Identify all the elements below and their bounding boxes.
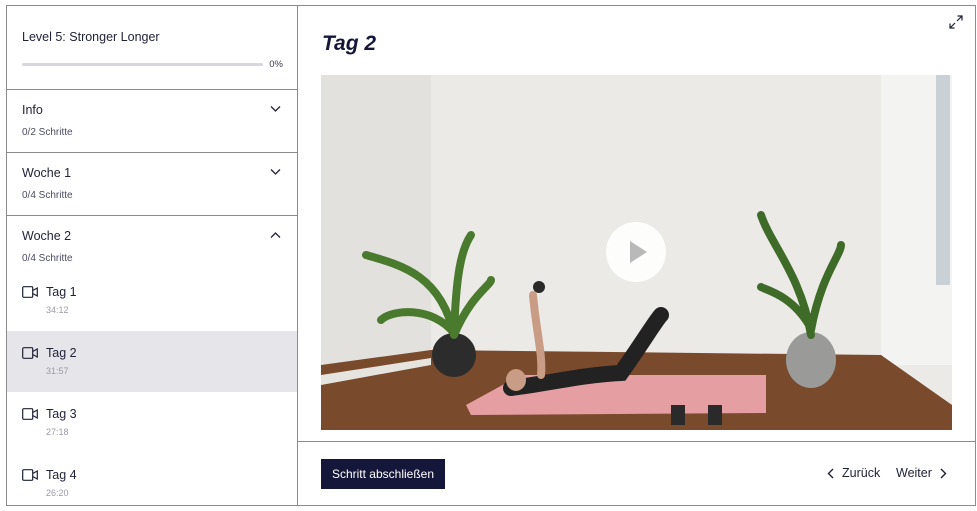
progress-percent: 0% — [269, 59, 283, 70]
lesson-item-tag-1[interactable]: Tag 1 34:12 — [7, 270, 297, 331]
video-camera-icon — [22, 408, 38, 420]
lesson-title: Tag 1 — [46, 285, 77, 299]
complete-step-button[interactable]: Schritt abschließen — [321, 459, 445, 489]
expand-fullscreen-icon[interactable] — [949, 15, 963, 29]
course-header: Level 5: Stronger Longer 0% — [7, 6, 297, 90]
chevron-up-icon — [270, 232, 281, 238]
lesson-item-tag-3[interactable]: Tag 3 27:18 — [7, 392, 297, 453]
section-title: Woche 1 — [22, 166, 72, 180]
lesson-title: Tag 4 — [46, 468, 77, 482]
course-player: Level 5: Stronger Longer 0% Info 0/2 Sch… — [6, 5, 976, 506]
section-info[interactable]: Info 0/2 Schritte — [7, 90, 297, 153]
lesson-main: Tag 2 Schritt abschließen Zurück Weiter — [298, 6, 975, 505]
chevron-down-icon — [270, 169, 281, 175]
section-title: Info — [22, 103, 43, 117]
divider — [298, 441, 975, 442]
course-progress: 0% — [22, 59, 283, 70]
lesson-title: Tag 2 — [46, 346, 77, 360]
section-steps: 0/2 Schritte — [22, 127, 73, 138]
section-woche-2[interactable]: Woche 2 0/4 Schritte — [7, 216, 297, 270]
video-camera-icon — [22, 469, 38, 481]
lesson-title: Tag 3 — [46, 407, 77, 421]
section-steps: 0/4 Schritte — [22, 190, 73, 201]
chevron-down-icon — [270, 106, 281, 112]
play-button-icon[interactable] — [606, 222, 666, 282]
lesson-duration: 26:20 — [46, 488, 69, 498]
section-title: Woche 2 — [22, 229, 72, 243]
previous-button[interactable]: Zurück — [827, 466, 880, 480]
previous-label: Zurück — [842, 466, 881, 480]
section-steps: 0/4 Schritte — [22, 253, 73, 264]
lesson-item-tag-4[interactable]: Tag 4 26:20 — [7, 453, 297, 505]
lesson-heading: Tag 2 — [322, 32, 377, 55]
video-camera-icon — [22, 286, 38, 298]
chevron-left-icon — [827, 468, 834, 478]
next-button[interactable]: Weiter — [896, 466, 947, 480]
progress-bar — [22, 63, 264, 66]
lesson-duration: 27:18 — [46, 427, 69, 437]
lesson-duration: 31:57 — [46, 366, 69, 376]
lesson-duration: 34:12 — [46, 305, 69, 315]
course-title: Level 5: Stronger Longer — [22, 30, 160, 44]
next-label: Weiter — [896, 466, 932, 480]
lesson-item-tag-2[interactable]: Tag 2 31:57 — [7, 331, 297, 392]
course-sidebar: Level 5: Stronger Longer 0% Info 0/2 Sch… — [7, 6, 298, 505]
video-camera-icon — [22, 347, 38, 359]
chevron-right-icon — [940, 468, 947, 478]
video-player[interactable] — [321, 75, 952, 430]
section-woche-1[interactable]: Woche 1 0/4 Schritte — [7, 153, 297, 216]
